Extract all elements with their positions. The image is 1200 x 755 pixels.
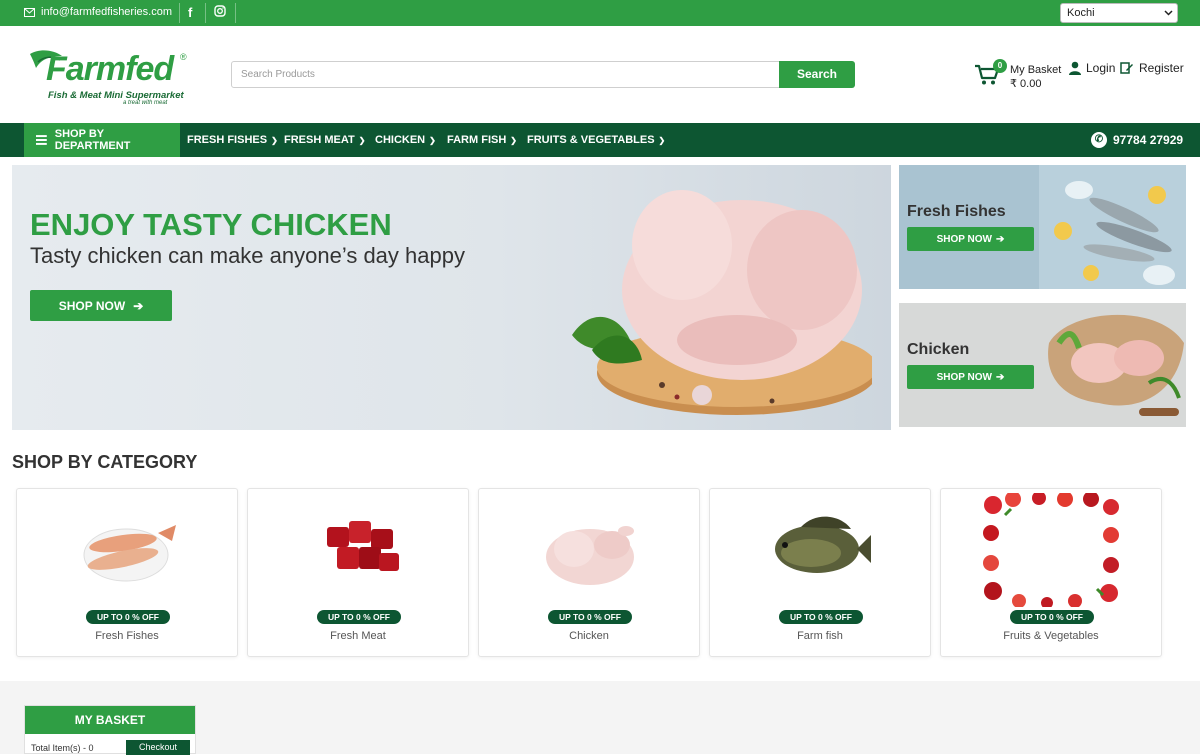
instagram-icon[interactable] (214, 5, 226, 20)
chicken-banner: Chicken SHOP NOW ➔ (899, 303, 1186, 427)
discount-badge: UP TO 0 % OFF (548, 610, 632, 624)
brand-name: Farmfed (46, 50, 174, 88)
fresh-fishes-banner: Fresh Fishes SHOP NOW ➔ (899, 165, 1186, 289)
fresh-fishes-title: Fresh Fishes (907, 203, 1006, 220)
discount-badge: UP TO 0 % OFF (1010, 610, 1094, 624)
phone-link[interactable]: ✆ 97784 27929 (1091, 132, 1183, 148)
chevron-down-icon: ❯ (658, 136, 666, 145)
location-select-value: Kochi (1067, 7, 1095, 19)
farm-fish-image (775, 516, 871, 573)
divider (179, 3, 180, 23)
arrow-right-icon: ➔ (996, 371, 1005, 383)
raw-chicken-image (572, 190, 872, 415)
top-bar: info@farmfedfisheries.com f Kochi (0, 0, 1200, 26)
category-card-fresh-fishes[interactable]: UP TO 0 % OFF Fresh Fishes (16, 488, 238, 657)
button-label: SHOP NOW (936, 233, 992, 245)
my-basket-panel: MY BASKET Total Item(s) - 0 Checkout (24, 705, 196, 755)
login-label: Login (1086, 61, 1116, 75)
nav-label: FRESH MEAT (284, 134, 355, 146)
nav-item-fruits-vegetables[interactable]: FRUITS & VEGETABLES ❯ (527, 134, 665, 146)
location-select[interactable]: Kochi (1060, 3, 1178, 23)
edit-icon (1120, 62, 1133, 74)
nav-item-chicken[interactable]: CHICKEN ❯ (375, 134, 436, 146)
chicken-image (546, 526, 634, 585)
discount-badge: UP TO 0 % OFF (86, 610, 170, 624)
category-card-chicken[interactable]: UP TO 0 % OFF Chicken (478, 488, 700, 657)
checkout-button[interactable]: Checkout (126, 740, 190, 755)
category-name: Fresh Fishes (95, 630, 159, 642)
nav-item-fresh-meat[interactable]: FRESH MEAT ❯ (284, 134, 365, 146)
register-link[interactable]: Register (1120, 61, 1184, 75)
chicken-shop-now-button[interactable]: SHOP NOW ➔ (907, 365, 1034, 389)
envelope-icon (24, 7, 35, 17)
nav-label: FRUITS & VEGETABLES (527, 134, 655, 146)
basket-button[interactable]: 0 My Basket ₹ 0.00 (974, 58, 1064, 92)
category-card-farm-fish[interactable]: UP TO 0 % OFF Farm fish (709, 488, 931, 657)
main-nav: SHOP BY DEPARTMENT FRESH FISHES ❯ FRESH M… (0, 123, 1200, 157)
shop-by-category-title: SHOP BY CATEGORY (12, 452, 198, 472)
email-text: info@farmfedfisheries.com (41, 6, 172, 18)
shop-by-department-button[interactable]: SHOP BY DEPARTMENT (24, 123, 180, 157)
divider (205, 3, 206, 23)
arrow-right-icon: ➔ (996, 233, 1005, 245)
category-name: Fruits & Vegetables (1003, 630, 1099, 642)
search-button[interactable]: Search (779, 61, 855, 88)
user-icon (1069, 61, 1081, 75)
nav-label: FARM FISH (447, 134, 507, 146)
brand-tagline: a treat with meat (123, 100, 168, 106)
my-basket-title: MY BASKET (25, 706, 195, 734)
arrow-right-icon: ➔ (133, 298, 144, 313)
fresh-fishes-shop-now-button[interactable]: SHOP NOW ➔ (907, 227, 1034, 251)
brand-logo[interactable]: Farmfed ® Fish & Meat Mini Supermarket a… (28, 46, 193, 108)
category-card-fresh-meat[interactable]: UP TO 0 % OFF Fresh Meat (247, 488, 469, 657)
email-link[interactable]: info@farmfedfisheries.com (24, 6, 172, 18)
chevron-down-icon: ❯ (271, 136, 278, 145)
basket-total: ₹ 0.00 (1010, 78, 1042, 90)
register-label: Register (1139, 61, 1184, 75)
registered-mark: ® (180, 52, 187, 62)
login-link[interactable]: Login (1069, 61, 1115, 75)
phone-number: 97784 27929 (1113, 133, 1184, 147)
chevron-down-icon: ❯ (358, 136, 366, 145)
nav-label: CHICKEN (375, 134, 426, 146)
nav-item-fresh-fishes[interactable]: FRESH FISHES ❯ (187, 134, 278, 146)
basket-item-count: Total Item(s) - 0 (31, 743, 94, 753)
facebook-icon[interactable]: f (188, 5, 192, 20)
category-name: Farm fish (797, 630, 843, 642)
basket-label: My Basket (1010, 64, 1062, 76)
chevron-down-icon (1164, 10, 1173, 16)
fresh-fishes-image (83, 525, 176, 582)
nav-item-farm-fish[interactable]: FARM FISH ❯ (447, 134, 517, 146)
fresh-meat-image (327, 521, 399, 571)
category-card-fruits-vegetables[interactable]: UP TO 0 % OFF Fruits & Vegetables (940, 488, 1162, 657)
nav-label: FRESH FISHES (187, 134, 268, 146)
discount-badge: UP TO 0 % OFF (779, 610, 863, 624)
chicken-banner-title: Chicken (907, 341, 970, 358)
category-name: Chicken (569, 630, 609, 642)
menu-icon (36, 135, 47, 145)
basket-count-badge: 0 (993, 59, 1007, 73)
discount-badge: UP TO 0 % OFF (317, 610, 401, 624)
hero-shop-now-button[interactable]: SHOP NOW ➔ (30, 290, 172, 321)
chevron-down-icon: ❯ (429, 136, 436, 145)
button-label: SHOP NOW (58, 298, 126, 313)
chicken-breast-image (1039, 303, 1186, 427)
hero-subtitle: Tasty chicken can make anyone’s day happ… (30, 243, 465, 268)
fruits-vegetables-image (983, 493, 1119, 607)
fish-on-ice-image (1039, 165, 1186, 289)
hero-title: ENJOY TASTY CHICKEN (30, 207, 392, 242)
category-name: Fresh Meat (330, 630, 386, 642)
search-placeholder: Search Products (241, 69, 315, 80)
button-label: SHOP NOW (936, 371, 992, 383)
divider (235, 3, 236, 23)
search-input[interactable]: Search Products (231, 61, 780, 88)
chevron-down-icon: ❯ (510, 136, 517, 145)
whatsapp-icon: ✆ (1091, 132, 1107, 148)
department-label: SHOP BY DEPARTMENT (54, 128, 131, 152)
hero-banner: ENJOY TASTY CHICKEN Tasty chicken can ma… (12, 165, 891, 430)
